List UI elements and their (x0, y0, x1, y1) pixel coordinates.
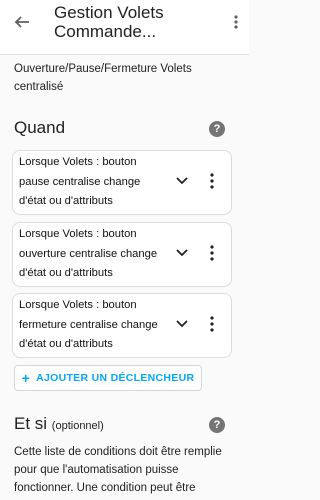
trigger-card-line: Lorsque Volets : bouton (19, 228, 137, 240)
help-icon[interactable]: ? (209, 121, 225, 137)
trigger-card[interactable]: Lorsque Volets : bouton ouverture centra… (12, 222, 232, 287)
conditions-section-title: Et si (optionnel) (14, 414, 104, 434)
more-vertical-icon[interactable] (209, 172, 215, 190)
trigger-card-line: d'état ou d'attributs (19, 195, 113, 207)
top-app-bar: Gestion Volets Commande... (0, 0, 249, 55)
trigger-card-line: d'état ou d'attributs (19, 338, 113, 350)
trigger-card-text: Lorsque Volets : bouton pause centralise… (19, 153, 174, 212)
trigger-card-line: d'état ou d'attributs (19, 267, 113, 279)
trigger-card-line: Lorsque Volets : bouton (19, 299, 137, 311)
add-trigger-button[interactable]: + AJOUTER UN DÉCLENCHEUR (14, 365, 202, 391)
page-title-line2: Commande... (54, 22, 157, 41)
trigger-card-line: pause centralise change (19, 175, 141, 188)
chevron-down-icon[interactable] (176, 176, 188, 186)
help-icon[interactable]: ? (209, 417, 225, 433)
conditions-title: Et si (14, 414, 48, 433)
more-vertical-icon[interactable] (209, 244, 215, 262)
more-vertical-icon[interactable] (209, 315, 215, 333)
trigger-card[interactable]: Lorsque Volets : bouton pause centralise… (12, 150, 232, 215)
optional-label: (optionnel) (51, 420, 104, 432)
chevron-down-icon[interactable] (176, 319, 188, 329)
trigger-card-line: fermeture centralise change (19, 318, 158, 331)
triggers-section-title: Quand (14, 118, 66, 137)
plus-icon: + (21, 370, 31, 386)
trigger-card-text: Lorsque Volets : bouton fermeture centra… (19, 296, 174, 355)
page-title: Gestion Volets Commande... (54, 3, 222, 41)
chevron-down-icon[interactable] (176, 248, 188, 258)
more-vertical-icon[interactable] (227, 10, 245, 34)
automation-description[interactable]: Ouverture/Pause/Fermeture Volets central… (14, 60, 238, 96)
trigger-card[interactable]: Lorsque Volets : bouton fermeture centra… (12, 293, 232, 358)
back-arrow-icon[interactable] (10, 10, 34, 34)
trigger-card-line: Lorsque Volets : bouton (19, 156, 137, 168)
trigger-card-text: Lorsque Volets : bouton ouverture centra… (19, 225, 174, 284)
add-trigger-label: AJOUTER UN DÉCLENCHEUR (36, 372, 195, 384)
conditions-description: Cette liste de conditions doit être remp… (14, 446, 222, 494)
scrollbar[interactable] (246, 55, 249, 500)
page-title-line1: Gestion Volets (54, 3, 164, 22)
trigger-card-line: ouverture centralise change (19, 247, 158, 260)
